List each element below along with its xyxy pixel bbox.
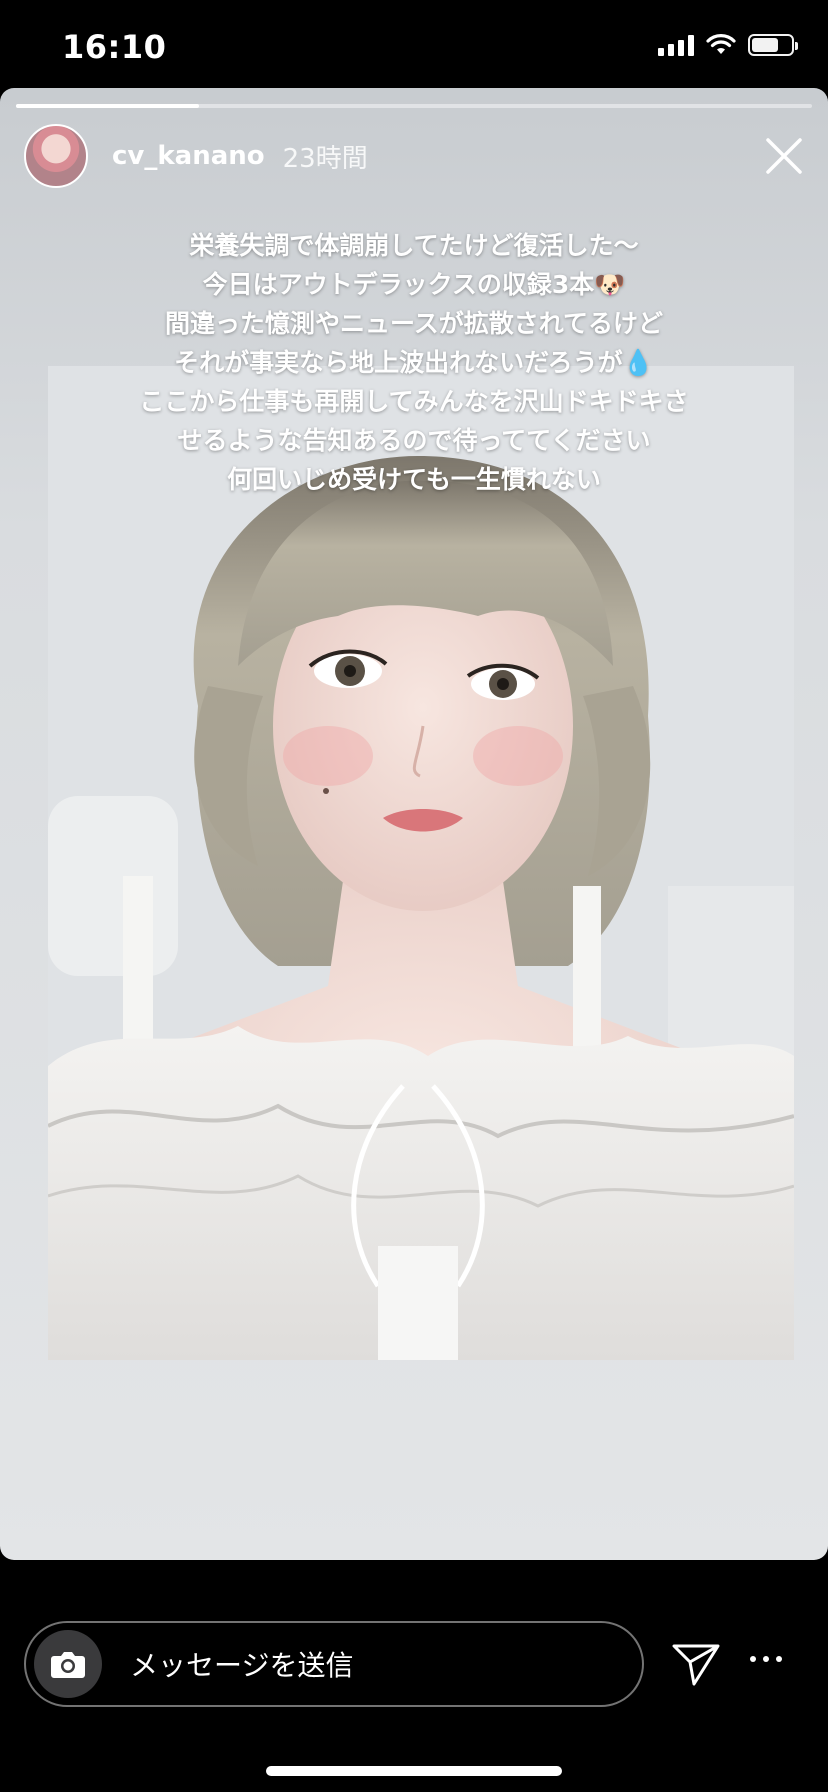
story-header: cv_kanano 23時間: [24, 124, 368, 188]
caption-line: それが事実なら地上波出れないだろうが💧: [174, 348, 654, 377]
reply-bar: メッセージを送信: [0, 1560, 828, 1792]
battery-icon: [748, 34, 798, 56]
status-icons: [658, 34, 798, 56]
caption-line: 何回いじめ受けても一生慣れない: [227, 465, 601, 494]
story-caption: 栄養失調で体調崩してたけど復活した〜 今日はアウトデラックスの収録3本🐶 間違っ…: [40, 226, 788, 499]
message-input[interactable]: メッセージを送信: [24, 1621, 644, 1707]
caption-line: 栄養失調で体調崩してたけど復活した〜: [189, 231, 639, 260]
more-dots-icon[interactable]: [750, 1656, 782, 1662]
paper-plane-icon[interactable]: [670, 1638, 722, 1690]
camera-icon: [51, 1652, 85, 1678]
story-progress-track: [16, 104, 812, 108]
close-icon[interactable]: [760, 132, 808, 180]
portrait-image: [48, 366, 794, 1360]
avatar[interactable]: [24, 124, 88, 188]
wifi-icon: [706, 34, 736, 54]
status-time: 16:10: [62, 28, 167, 66]
cellular-signal-icon: [658, 34, 694, 56]
caption-line: 間違った憶測やニュースが拡散されてるけど: [164, 309, 663, 338]
post-time: 23時間: [282, 143, 368, 174]
story-card[interactable]: cv_kanano 23時間 栄養失調で体調崩してたけど復活した〜 今日はアウト…: [0, 88, 828, 1560]
story-progress-fill: [16, 104, 200, 108]
status-bar: 16:10: [0, 0, 828, 88]
message-placeholder: メッセージを送信: [130, 1649, 354, 1682]
caption-line: せるような告知あるので待っててください: [177, 426, 651, 455]
username[interactable]: cv_kanano: [112, 141, 265, 171]
home-indicator: [266, 1766, 562, 1776]
caption-line: 今日はアウトデラックスの収録3本🐶: [202, 270, 626, 299]
instagram-story-screen: 16:10 cv_kanano 23時間 栄養失調で体調崩してたけど復活した〜 …: [0, 0, 828, 1792]
camera-button[interactable]: [34, 1630, 102, 1698]
caption-line: ここから仕事も再開してみんなを沢山ドキドキさ: [139, 387, 689, 416]
story-photo: [48, 366, 794, 1360]
